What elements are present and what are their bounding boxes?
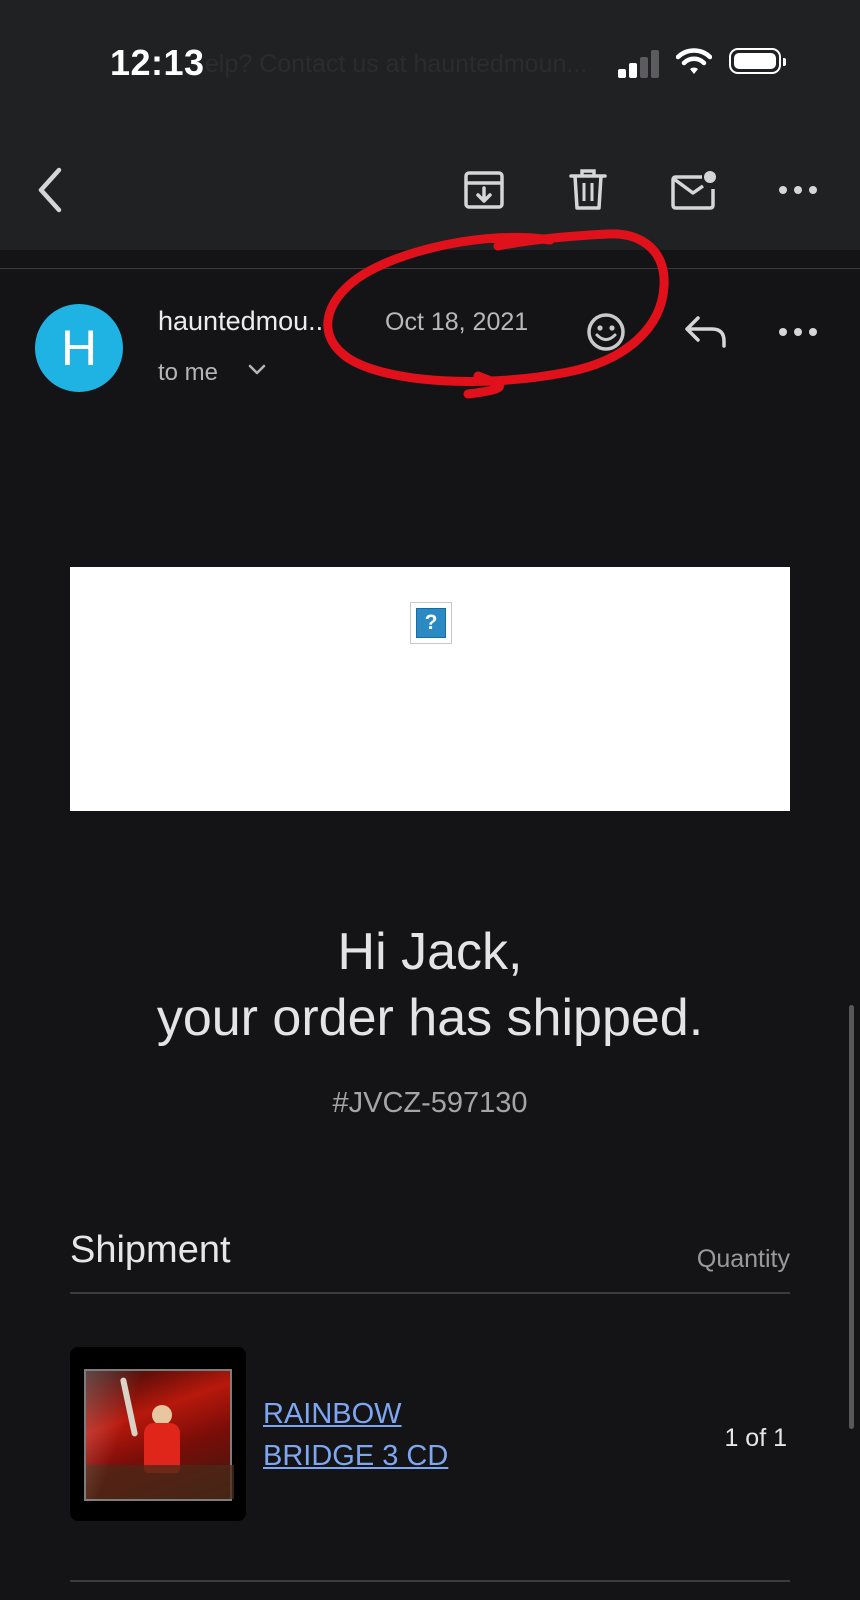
chevron-down-icon[interactable] [248,364,266,376]
wifi-icon [676,48,712,74]
product-thumbnail[interactable] [70,1347,246,1521]
battery-icon [729,48,786,74]
sender-avatar[interactable]: H [35,304,123,392]
shipment-divider [70,1292,790,1294]
sender-name[interactable]: hauntedmou... [158,306,331,337]
add-reaction-button[interactable] [580,306,632,358]
email-header-banner: ? [70,567,790,811]
archive-icon [464,171,504,209]
product-quantity: 1 of 1 [724,1424,787,1452]
broken-image-icon: ? [410,602,452,644]
quantity-column-header: Quantity [696,1245,790,1273]
reply-button[interactable] [680,306,732,358]
order-number: #JVCZ-597130 [332,1087,528,1119]
cellular-signal-icon [618,50,660,78]
recipient-label[interactable]: to me [158,359,218,387]
product-name-line-2[interactable]: BRIDGE 3 CD [263,1435,448,1477]
header-divider [0,268,860,269]
cd-cover-art [84,1369,234,1503]
status-time: 12:13 [110,42,205,83]
delete-button[interactable] [564,166,612,214]
smiley-icon [587,313,625,351]
broken-image-glyph: ? [416,608,446,638]
greeting-line-2: your order has shipped. [156,989,704,1047]
shipment-bottom-divider [70,1580,790,1582]
more-options-button[interactable] [774,166,822,214]
trash-icon [569,169,607,210]
chevron-left-icon [38,167,62,213]
product-name-line-1[interactable]: RAINBOW [263,1393,448,1435]
reply-icon [685,316,726,348]
scrolled-header-text: elp? Contact us at hauntedmoun... [205,50,588,78]
shipment-heading: Shipment [70,1229,231,1271]
top-app-bar [0,0,860,250]
archive-button[interactable] [460,166,508,214]
more-horizontal-icon [779,186,817,194]
product-link[interactable]: RAINBOW BRIDGE 3 CD [263,1393,448,1477]
mail-unread-icon [671,171,716,210]
more-horizontal-icon [779,328,817,336]
mark-unread-button[interactable] [670,166,718,214]
back-button[interactable] [26,166,74,214]
greeting-line-1: Hi Jack, [337,923,523,981]
scrollbar[interactable] [849,1005,854,1429]
message-date: Oct 18, 2021 [385,308,529,336]
message-more-button[interactable] [772,306,824,358]
